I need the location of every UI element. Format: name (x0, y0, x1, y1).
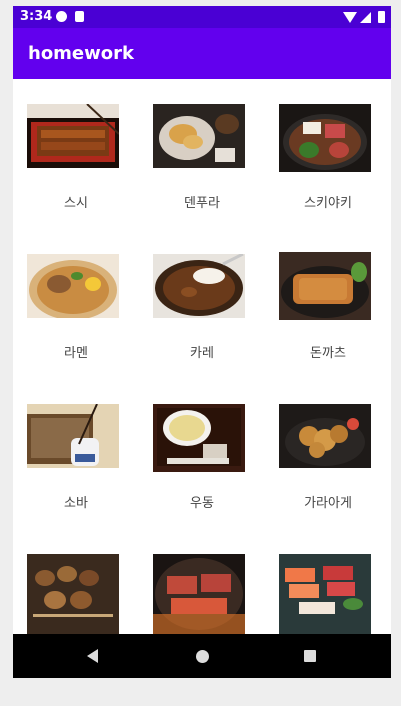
grid-item[interactable] (13, 529, 139, 634)
curry-photo-icon (153, 254, 245, 318)
unagi-don-photo-icon (27, 104, 119, 168)
grid-item[interactable]: 스시 (13, 79, 139, 229)
status-time: 3:34 (20, 9, 53, 24)
cell-signal-icon (360, 12, 371, 23)
battery-icon (378, 11, 385, 23)
grid-item[interactable] (139, 529, 265, 634)
ramen-photo-icon (27, 254, 119, 318)
grid-item[interactable]: 돈까츠 (265, 229, 391, 379)
system-nav-bar (13, 634, 391, 678)
grid-item[interactable] (265, 529, 391, 634)
phone-screen: 3:34 homework 스시 덴푸라 스키야키 라멘 카레 돈까츠 소바 우… (13, 6, 391, 678)
food-grid[interactable]: 스시 덴푸라 스키야키 라멘 카레 돈까츠 소바 우동 가라아게 (13, 79, 391, 634)
tonkatsu-photo-icon (279, 252, 371, 320)
home-icon[interactable] (196, 650, 209, 663)
food-label: 스시 (64, 196, 88, 211)
grid-item[interactable]: 가라아게 (265, 379, 391, 529)
back-icon[interactable] (87, 649, 98, 663)
food-label: 라멘 (64, 346, 88, 361)
yakiniku-photo-icon (153, 554, 245, 634)
grid-item[interactable]: 우동 (139, 379, 265, 529)
grid-item[interactable]: 카레 (139, 229, 265, 379)
food-label: 스키야키 (304, 196, 352, 211)
udon-photo-icon (153, 404, 245, 472)
soba-photo-icon (27, 404, 119, 468)
app-notification-icon (56, 11, 67, 22)
grid-item[interactable]: 스키야키 (265, 79, 391, 229)
food-label: 돈까츠 (310, 346, 346, 361)
grid-item[interactable]: 덴푸라 (139, 79, 265, 229)
grid-item[interactable]: 소바 (13, 379, 139, 529)
sukiyaki-photo-icon (279, 104, 371, 172)
app-bar: homework (13, 28, 391, 79)
tempura-photo-icon (153, 104, 245, 168)
wifi-icon (343, 12, 357, 23)
food-label: 가라아게 (304, 496, 352, 511)
grid-item[interactable]: 라멘 (13, 229, 139, 379)
status-bar: 3:34 (13, 6, 391, 28)
karaage-photo-icon (279, 404, 371, 468)
recent-apps-icon[interactable] (304, 650, 316, 662)
food-label: 우동 (190, 496, 214, 511)
food-label: 덴푸라 (184, 196, 220, 211)
sd-card-icon (75, 11, 84, 22)
yakitori-photo-icon (27, 554, 119, 634)
sashimi-photo-icon (279, 554, 371, 634)
app-title: homework (28, 43, 134, 64)
food-label: 소바 (64, 496, 88, 511)
food-label: 카레 (190, 346, 214, 361)
